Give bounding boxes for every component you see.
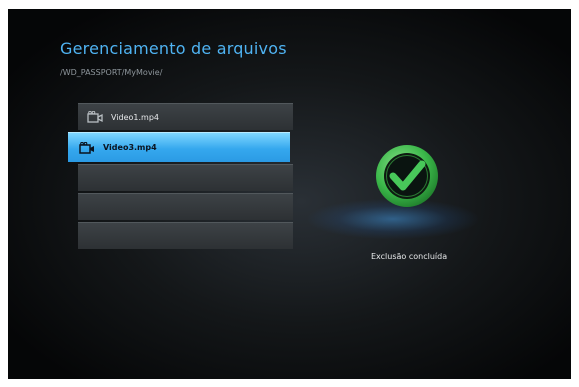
file-list: Video1.mp4 Video3.mp4 xyxy=(68,103,293,251)
list-item-label: Video1.mp4 xyxy=(111,112,160,122)
checkmark-icon xyxy=(376,145,438,207)
video-camera-icon xyxy=(79,141,94,154)
breadcrumb-path: /WD_PASSPORT/MyMovie/ xyxy=(60,68,163,77)
list-item-video1[interactable]: Video1.mp4 xyxy=(78,103,293,130)
list-item-label: Video3.mp4 xyxy=(103,143,157,152)
list-item-empty[interactable] xyxy=(78,193,293,220)
status-message: Exclusão concluída xyxy=(371,252,448,261)
page-title: Gerenciamento de arquivos xyxy=(60,39,287,58)
tv-screen: Gerenciamento de arquivos /WD_PASSPORT/M… xyxy=(8,9,571,379)
list-item-empty[interactable] xyxy=(78,222,293,249)
list-item-video3[interactable]: Video3.mp4 xyxy=(68,132,290,162)
video-camera-icon xyxy=(87,111,103,123)
list-item-empty[interactable] xyxy=(78,164,293,191)
